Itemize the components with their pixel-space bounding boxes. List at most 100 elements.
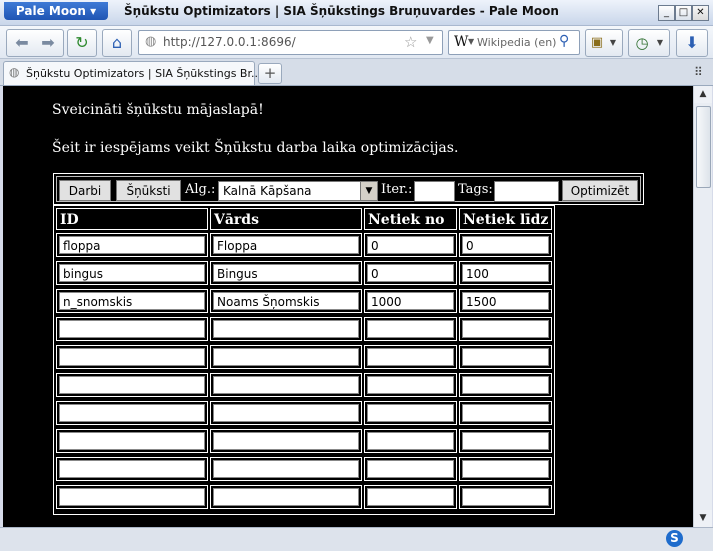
bookmarks-button[interactable]: ▣ ▼ <box>585 29 623 57</box>
cell-input-netiek-lidz[interactable] <box>462 348 549 366</box>
iterations-input[interactable] <box>414 181 455 202</box>
cell-input-netiek-lidz[interactable]: 100 <box>462 264 549 282</box>
optimize-button[interactable]: Optimizēt <box>562 180 638 201</box>
cell-input-vards[interactable] <box>213 376 359 394</box>
cell-input-netiek-no[interactable] <box>367 432 454 450</box>
cell-input-netiek-no[interactable] <box>367 320 454 338</box>
new-tab-button[interactable]: + <box>258 63 282 84</box>
tab-active[interactable]: ◍ Šņūkstu Optimizators | SIA Šņūkstings … <box>3 61 261 85</box>
cell-input-id[interactable]: bingus <box>59 264 205 282</box>
table-cell-netiek-lidz: 1500 <box>459 289 552 313</box>
cell-input-netiek-no[interactable]: 1000 <box>367 292 454 310</box>
url-dropdown-icon[interactable]: ▼ <box>426 35 434 46</box>
page-content: Sveicināti šņūkstu mājaslapā! Šeit ir ie… <box>3 86 693 527</box>
welcome-text: Sveicināti šņūkstu mājaslapā! <box>52 102 264 118</box>
scroll-down-icon[interactable]: ▼ <box>694 510 712 527</box>
home-button[interactable]: ⌂ <box>102 29 132 57</box>
address-bar[interactable]: ◍ http://127.0.0.1:8696/ ☆ ▼ <box>138 30 443 55</box>
header-id: ID <box>56 208 208 230</box>
cell-input-netiek-lidz[interactable] <box>462 320 549 338</box>
cell-input-netiek-no[interactable] <box>367 348 454 366</box>
back-forward-group: ⬅ ➡ <box>6 29 64 57</box>
scroll-thumb[interactable] <box>696 106 711 188</box>
status-bar: S <box>0 527 713 551</box>
reload-button[interactable]: ↻ <box>67 29 97 57</box>
cell-input-vards[interactable]: Floppa <box>213 236 359 254</box>
close-window-button[interactable]: ✕ <box>692 5 709 21</box>
tags-input[interactable] <box>494 181 559 202</box>
tags-label: Tags: <box>458 182 493 197</box>
maximize-button[interactable]: □ <box>675 5 692 21</box>
cell-input-id[interactable] <box>59 320 205 338</box>
cell-input-vards[interactable] <box>213 348 359 366</box>
cell-input-vards[interactable] <box>213 404 359 422</box>
history-button[interactable]: ◷ ▼ <box>628 29 670 57</box>
cell-input-id[interactable] <box>59 432 205 450</box>
navigation-toolbar: ⬅ ➡ ↻ ⌂ ◍ http://127.0.0.1:8696/ ☆ ▼ W ▼… <box>0 26 713 59</box>
table-cell-id <box>56 429 208 453</box>
sync-s-icon[interactable]: S <box>666 530 683 547</box>
table-cell-id <box>56 373 208 397</box>
cell-input-vards[interactable] <box>213 432 359 450</box>
table-cell-netiek-lidz <box>459 345 552 369</box>
table-cell-id <box>56 345 208 369</box>
cell-input-id[interactable] <box>59 460 205 478</box>
forward-icon[interactable]: ➡ <box>35 30 61 56</box>
history-dropdown-icon: ▼ <box>656 38 664 47</box>
search-box[interactable]: W ▼ Wikipedia (en) ⚲ <box>448 30 580 55</box>
bookmark-star-icon[interactable]: ☆ <box>404 33 417 51</box>
cell-input-vards[interactable]: Bingus <box>213 264 359 282</box>
window-title-bar: Pale Moon ▾ Šņūkstu Optimizators | SIA Š… <box>0 0 713 26</box>
tab-favicon-icon: ◍ <box>9 65 20 79</box>
scroll-up-icon[interactable]: ▲ <box>694 86 712 103</box>
cell-input-netiek-no[interactable] <box>367 460 454 478</box>
history-clock-icon: ◷ <box>635 34 649 52</box>
download-arrow-icon: ⬇ <box>685 33 699 52</box>
table-cell-id: floppa <box>56 233 208 257</box>
cell-input-id[interactable]: n_snomskis <box>59 292 205 310</box>
cell-input-netiek-no[interactable]: 0 <box>367 264 454 282</box>
table-cell-netiek-no <box>364 429 457 453</box>
cell-input-vards[interactable] <box>213 320 359 338</box>
downloads-button[interactable]: ⬇ <box>676 29 708 57</box>
cell-input-id[interactable] <box>59 488 205 506</box>
cell-input-netiek-no[interactable]: 0 <box>367 236 454 254</box>
search-engine-icon[interactable]: W <box>454 34 468 50</box>
algorithm-select[interactable]: Kalnā Kāpšana ▼ <box>218 181 378 201</box>
table-cell-vards <box>210 429 362 453</box>
cell-input-vards[interactable] <box>213 488 359 506</box>
tab-grid-icon[interactable]: ⠿ <box>694 65 703 79</box>
table-cell-netiek-lidz <box>459 317 552 341</box>
cell-input-netiek-no[interactable] <box>367 404 454 422</box>
cell-input-netiek-lidz[interactable] <box>462 432 549 450</box>
cell-input-netiek-lidz[interactable]: 0 <box>462 236 549 254</box>
cell-input-netiek-lidz[interactable]: 1500 <box>462 292 549 310</box>
chevron-down-icon[interactable]: ▼ <box>360 182 377 200</box>
table-cell-netiek-lidz: 0 <box>459 233 552 257</box>
table-cell-id <box>56 457 208 481</box>
darbi-button[interactable]: Darbi <box>59 180 111 201</box>
cell-input-netiek-lidz[interactable] <box>462 488 549 506</box>
cell-input-netiek-lidz[interactable] <box>462 404 549 422</box>
cell-input-netiek-no[interactable] <box>367 376 454 394</box>
snuksti-button[interactable]: Šņūksti <box>116 180 181 201</box>
cell-input-vards[interactable]: Noams Šņomskis <box>213 292 359 310</box>
search-icon[interactable]: ⚲ <box>559 33 569 49</box>
reload-icon: ↻ <box>75 33 89 52</box>
vertical-scrollbar[interactable]: ▲ ▼ <box>693 86 712 527</box>
cell-input-netiek-lidz[interactable] <box>462 460 549 478</box>
home-icon: ⌂ <box>111 33 123 52</box>
cell-input-id[interactable] <box>59 376 205 394</box>
back-icon[interactable]: ⬅ <box>9 30 35 56</box>
minimize-button[interactable]: _ <box>658 5 675 21</box>
table-cell-id <box>56 401 208 425</box>
cell-input-vards[interactable] <box>213 460 359 478</box>
cell-input-netiek-no[interactable] <box>367 488 454 506</box>
cell-input-id[interactable]: floppa <box>59 236 205 254</box>
app-menu-button[interactable]: Pale Moon ▾ <box>4 2 108 20</box>
cell-input-id[interactable] <box>59 348 205 366</box>
engine-dropdown-icon[interactable]: ▼ <box>468 37 474 46</box>
cell-input-netiek-lidz[interactable] <box>462 376 549 394</box>
cell-input-id[interactable] <box>59 404 205 422</box>
bookmarks-icon: ▣ <box>590 35 604 50</box>
